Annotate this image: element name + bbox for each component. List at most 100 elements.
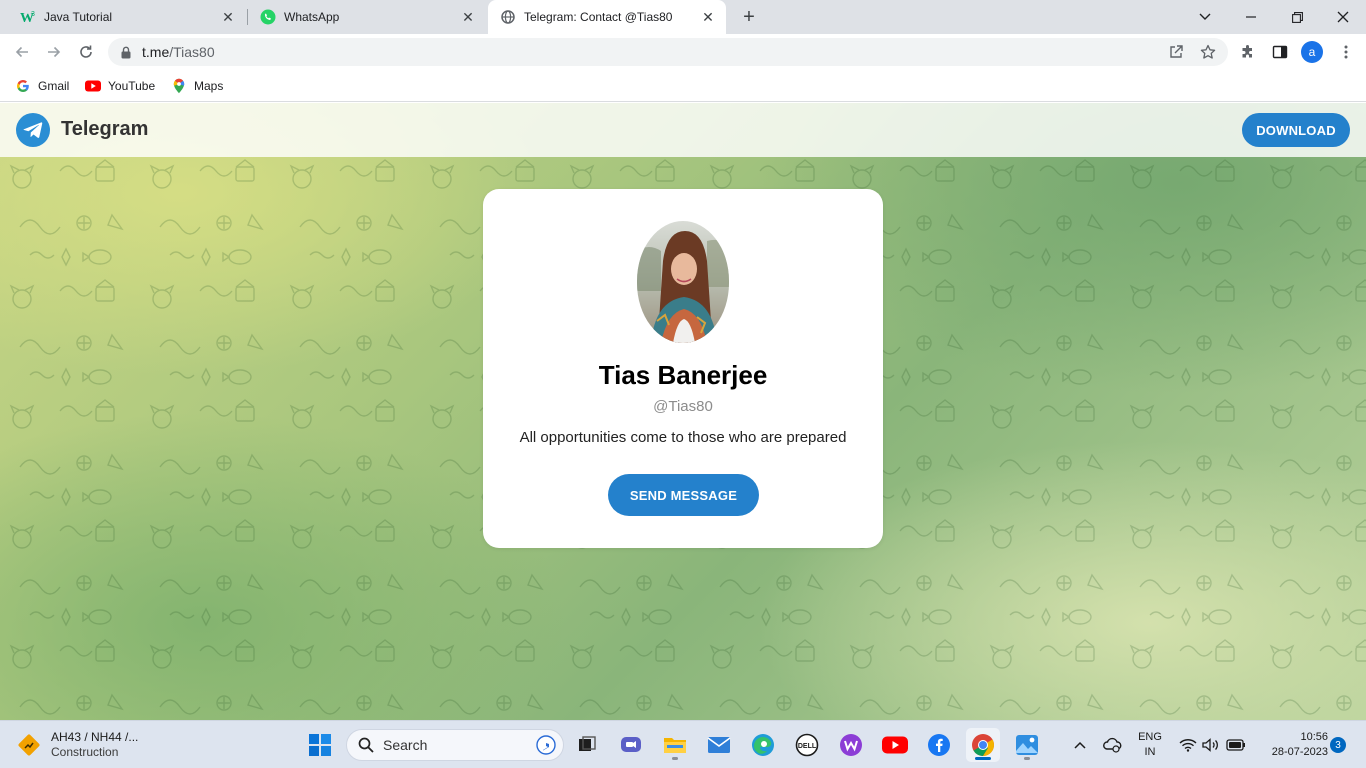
wps-button[interactable] <box>834 728 868 762</box>
globe-icon <box>500 9 516 25</box>
weather-title: AH43 / NH44 /... <box>51 730 139 744</box>
edge-icon <box>752 734 774 756</box>
dell-button[interactable]: DELL <box>790 728 824 762</box>
battery-icon <box>1226 739 1245 751</box>
region-code: IN <box>1144 746 1156 758</box>
file-explorer-button[interactable] <box>658 728 692 762</box>
chevron-up-icon <box>1074 741 1086 749</box>
wps-icon <box>840 734 862 756</box>
photos-icon <box>1016 735 1038 755</box>
close-tab-icon[interactable]: ✕ <box>220 9 236 25</box>
clock-time: 10:56 <box>1300 731 1328 743</box>
telegram-brand[interactable]: Telegram <box>61 118 148 141</box>
active-indicator <box>975 757 991 760</box>
extensions-icon[interactable] <box>1236 40 1260 64</box>
tab-search-button[interactable] <box>1182 0 1228 34</box>
start-button[interactable] <box>303 728 337 762</box>
input-language[interactable]: ENG IN <box>1136 730 1164 760</box>
youtube-icon <box>882 736 908 754</box>
close-tab-icon[interactable]: ✕ <box>700 9 716 25</box>
bing-icon[interactable] <box>535 734 557 756</box>
bookmark-star-icon[interactable] <box>1196 38 1220 66</box>
contact-name: Tias Banerjee <box>598 360 768 390</box>
onedrive-button[interactable] <box>1100 729 1124 761</box>
share-icon[interactable] <box>1164 38 1188 66</box>
browser-toolbar: t.me/Tias80 a <box>0 34 1366 70</box>
minimize-button[interactable] <box>1228 0 1274 34</box>
contact-handle: @Tias80 <box>653 398 713 415</box>
photos-button[interactable] <box>1010 728 1044 762</box>
tab-title: Telegram: Contact @Tias80 <box>524 10 673 24</box>
file-explorer-icon <box>664 738 686 753</box>
clock[interactable]: 10:56 28-07-2023 <box>1256 730 1328 760</box>
chrome-icon <box>972 734 994 756</box>
whatsapp-icon <box>260 9 276 25</box>
url-host: t.me <box>142 44 170 60</box>
bookmark-label: Maps <box>194 79 224 93</box>
youtube-app-button[interactable] <box>878 728 912 762</box>
weather-widget[interactable]: AH43 / NH44 /... Construction <box>16 729 138 761</box>
contact-card: Tias Banerjee @Tias80 All opportunities … <box>483 189 883 548</box>
tab-title: WhatsApp <box>284 10 340 24</box>
taskbar-search[interactable]: Search <box>346 729 564 761</box>
send-message-button[interactable]: SEND MESSAGE <box>608 474 759 516</box>
svg-text:3: 3 <box>31 11 35 18</box>
wifi-button[interactable] <box>1178 729 1198 761</box>
youtube-icon <box>85 78 101 94</box>
start-icon <box>309 734 331 756</box>
tab-title: Java Tutorial <box>44 10 113 24</box>
telegram-page: Telegram DOWNLOAD Tias Banerjee @Tias80 … <box>0 103 1366 720</box>
lock-icon[interactable] <box>120 45 132 59</box>
windows-taskbar: AH43 / NH44 /... Construction Search DEL… <box>0 720 1366 768</box>
bookmark-youtube[interactable]: YouTube <box>85 76 155 96</box>
download-button[interactable]: DOWNLOAD <box>1242 113 1350 147</box>
dell-icon: DELL <box>795 733 819 757</box>
facebook-icon <box>928 734 950 756</box>
new-tab-button[interactable]: + <box>738 6 760 28</box>
chrome-button[interactable] <box>966 728 1000 762</box>
profile-avatar[interactable]: a <box>1301 41 1323 63</box>
w3schools-icon: W3 <box>20 9 36 25</box>
close-tab-icon[interactable]: ✕ <box>460 9 476 25</box>
running-indicator <box>1024 757 1030 760</box>
language-code: ENG <box>1138 731 1162 743</box>
tab-whatsapp[interactable]: WhatsApp ✕ <box>248 0 486 34</box>
search-icon <box>357 736 375 754</box>
edge-button[interactable] <box>746 728 780 762</box>
notification-badge[interactable]: 3 <box>1330 737 1346 753</box>
search-placeholder: Search <box>383 737 428 753</box>
close-window-button[interactable] <box>1320 0 1366 34</box>
battery-button[interactable] <box>1225 729 1247 761</box>
wifi-icon <box>1179 739 1197 752</box>
bookmark-gmail[interactable]: Gmail <box>15 76 69 96</box>
chrome-menu-icon[interactable] <box>1334 40 1358 64</box>
maps-icon <box>171 78 187 94</box>
forward-button[interactable] <box>42 40 66 64</box>
facebook-button[interactable] <box>922 728 956 762</box>
side-panel-icon[interactable] <box>1268 40 1292 64</box>
telegram-logo-icon[interactable] <box>16 113 50 147</box>
tab-java-tutorial[interactable]: W3 Java Tutorial ✕ <box>8 0 246 34</box>
reload-button[interactable] <box>74 40 98 64</box>
address-bar[interactable]: t.me/Tias80 <box>108 38 1228 66</box>
teams-button[interactable] <box>614 728 648 762</box>
mail-button[interactable] <box>702 728 736 762</box>
mail-icon <box>707 737 731 753</box>
volume-button[interactable] <box>1201 729 1221 761</box>
clock-date: 28-07-2023 <box>1271 746 1328 758</box>
google-icon <box>15 78 31 94</box>
volume-icon <box>1202 738 1218 752</box>
svg-text:DELL: DELL <box>798 743 817 750</box>
bookmark-maps[interactable]: Maps <box>171 76 223 96</box>
bookmarks-bar: Gmail YouTube Maps <box>0 70 1366 102</box>
task-view-button[interactable] <box>570 728 604 762</box>
contact-avatar <box>637 221 729 343</box>
restore-button[interactable] <box>1274 0 1320 34</box>
url-text: t.me/Tias80 <box>142 44 215 60</box>
tab-telegram[interactable]: Telegram: Contact @Tias80 ✕ <box>488 0 726 34</box>
running-indicator <box>672 757 678 760</box>
show-hidden-icons-button[interactable] <box>1070 729 1090 761</box>
back-button[interactable] <box>10 40 34 64</box>
traffic-warning-icon <box>18 734 40 756</box>
task-view-icon <box>579 736 596 751</box>
